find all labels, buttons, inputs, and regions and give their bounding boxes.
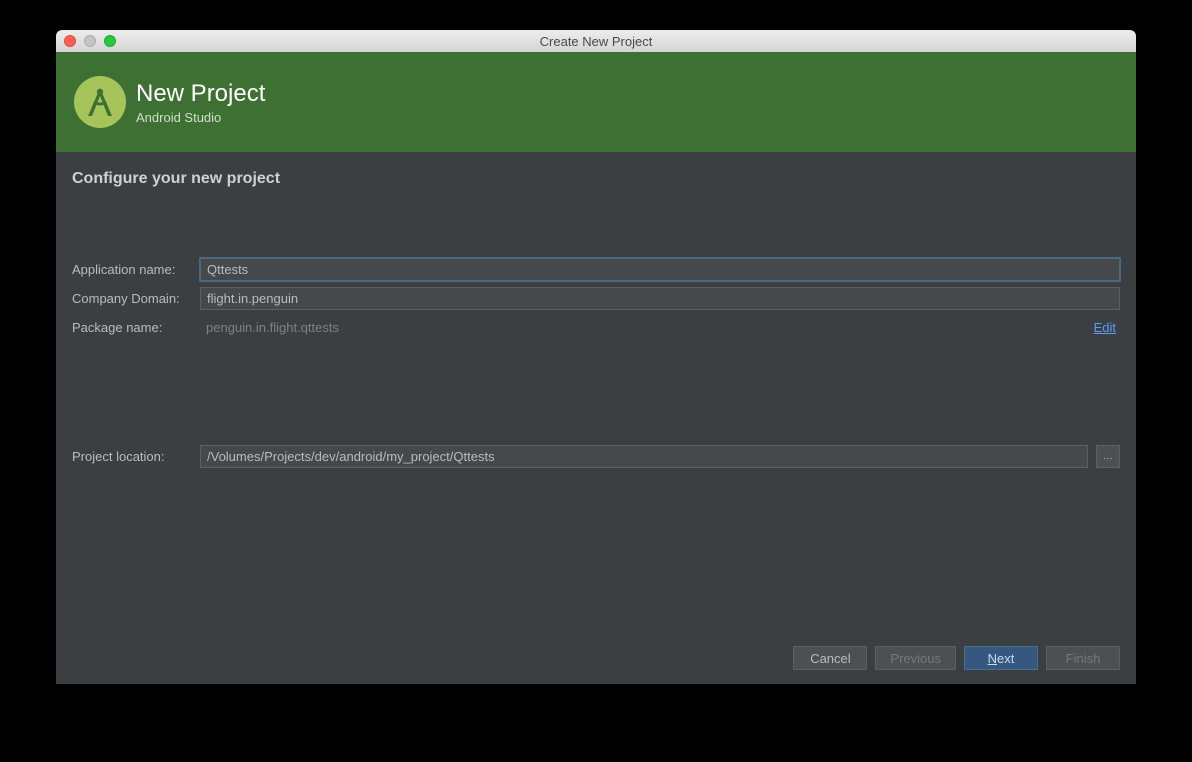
company-domain-row: Company Domain:	[72, 287, 1120, 310]
edit-package-link[interactable]: Edit	[1094, 320, 1120, 335]
finish-button: Finish	[1046, 646, 1120, 670]
company-domain-input[interactable]	[200, 287, 1120, 310]
window-title: Create New Project	[56, 34, 1136, 49]
window-controls	[64, 35, 116, 47]
header-text: New Project Android Studio	[136, 80, 265, 125]
next-rest: ext	[997, 651, 1014, 666]
project-location-row: Project location: …	[72, 445, 1120, 468]
company-domain-label: Company Domain:	[72, 291, 192, 306]
minimize-icon	[84, 35, 96, 47]
close-icon[interactable]	[64, 35, 76, 47]
header-banner: New Project Android Studio	[56, 52, 1136, 152]
package-name-value: penguin.in.flight.qttests	[200, 316, 1086, 339]
package-name-label: Package name:	[72, 320, 192, 335]
next-mnemonic: N	[988, 651, 997, 666]
application-name-label: Application name:	[72, 262, 192, 277]
project-location-label: Project location:	[72, 449, 192, 464]
project-location-input[interactable]	[200, 445, 1088, 468]
next-button[interactable]: Next	[964, 646, 1038, 670]
android-studio-logo-icon	[74, 76, 126, 128]
cancel-button[interactable]: Cancel	[793, 646, 867, 670]
application-name-input[interactable]	[200, 258, 1120, 281]
titlebar[interactable]: Create New Project	[56, 30, 1136, 52]
content-area: Configure your new project Application n…	[56, 152, 1136, 632]
dialog-window: Create New Project New Project Android S…	[56, 30, 1136, 684]
header-title: New Project	[136, 80, 265, 108]
previous-button: Previous	[875, 646, 956, 670]
footer-buttons: Cancel Previous Next Finish	[56, 632, 1136, 684]
browse-location-button[interactable]: …	[1096, 445, 1120, 468]
package-name-row: Package name: penguin.in.flight.qttests …	[72, 316, 1120, 339]
maximize-icon[interactable]	[104, 35, 116, 47]
section-title: Configure your new project	[72, 170, 1120, 188]
header-subtitle: Android Studio	[136, 110, 265, 125]
application-name-row: Application name:	[72, 258, 1120, 281]
